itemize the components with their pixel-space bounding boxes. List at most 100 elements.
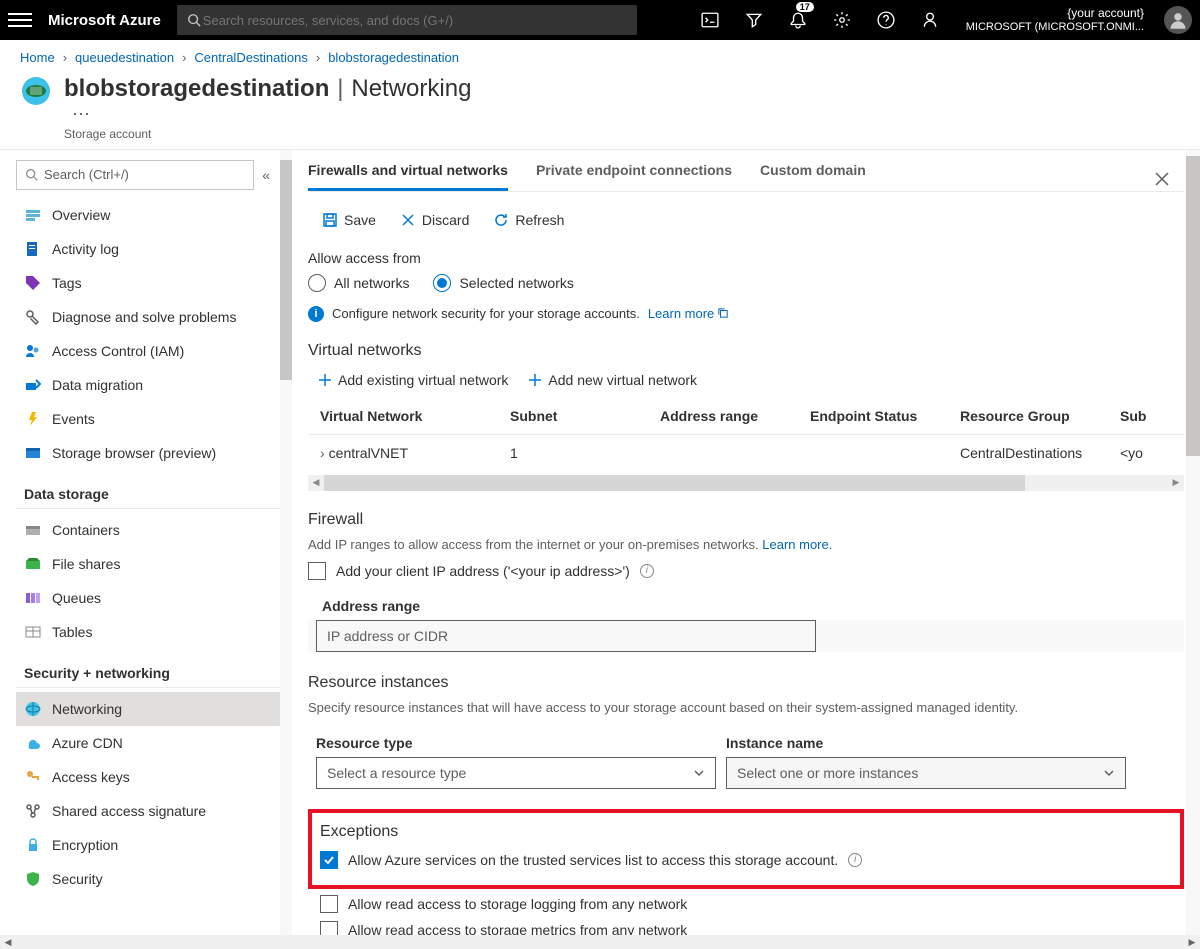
- sidebar-search[interactable]: Search (Ctrl+/): [16, 160, 254, 190]
- sidebar-item-encryption[interactable]: Encryption: [16, 828, 288, 862]
- settings-icon[interactable]: [822, 0, 862, 40]
- address-range-label: Address range: [308, 588, 1184, 620]
- radio-all-networks[interactable]: All networks: [308, 274, 409, 292]
- breadcrumb-item[interactable]: CentralDestinations: [194, 50, 307, 65]
- more-actions-icon[interactable]: ⋯: [72, 104, 471, 125]
- notifications-icon[interactable]: 17: [778, 0, 818, 40]
- firewall-description: Add IP ranges to allow access from the i…: [308, 537, 1184, 552]
- breadcrumb-home[interactable]: Home: [20, 50, 55, 65]
- sidebar-item-networking[interactable]: Networking: [16, 692, 288, 726]
- tab-private-endpoint[interactable]: Private endpoint connections: [536, 150, 732, 191]
- instance-name-select[interactable]: Select one or more instances: [726, 757, 1126, 789]
- page-section-title: Networking: [351, 75, 471, 102]
- global-search-input[interactable]: [201, 12, 627, 29]
- hamburger-menu-icon[interactable]: [8, 8, 32, 32]
- table-horizontal-scrollbar[interactable]: ◀ ▶: [308, 475, 1184, 491]
- cloud-shell-icon[interactable]: [690, 0, 730, 40]
- notification-badge: 17: [796, 2, 814, 12]
- scroll-left-icon[interactable]: ◀: [308, 475, 324, 491]
- main-vertical-scrollbar[interactable]: [1186, 150, 1200, 949]
- address-range-input[interactable]: IP address or CIDR: [316, 620, 816, 652]
- checkbox-trusted-services[interactable]: [320, 851, 338, 869]
- page-title: blobstoragedestination: [64, 75, 329, 102]
- directory-filter-icon[interactable]: [734, 0, 774, 40]
- sidebar-item-iam[interactable]: Access Control (IAM): [16, 334, 288, 368]
- sidebar-item-overview[interactable]: Overview: [16, 198, 288, 232]
- scroll-right-icon[interactable]: ▶: [1184, 935, 1200, 949]
- avatar-icon[interactable]: [1164, 6, 1192, 34]
- plus-icon: [528, 373, 542, 387]
- account-info[interactable]: {your account} MICROSOFT (MICROSOFT.ONMI…: [966, 6, 1148, 34]
- refresh-icon: [493, 212, 509, 228]
- search-icon: [25, 168, 38, 181]
- scroll-right-icon[interactable]: ▶: [1168, 475, 1184, 491]
- networking-tabs: Firewalls and virtual networks Private e…: [308, 150, 1184, 192]
- info-banner: i Configure network security for your st…: [308, 306, 1184, 322]
- sidebar-item-tags[interactable]: Tags: [16, 266, 288, 300]
- sidebar-item-diagnose[interactable]: Diagnose and solve problems: [16, 300, 288, 334]
- breadcrumb: Home› queuedestination› CentralDestinati…: [0, 40, 1200, 75]
- sidebar-item-security[interactable]: Security: [16, 862, 288, 896]
- sidebar-item-data-migration[interactable]: Data migration: [16, 368, 288, 402]
- resource-type-label: Storage account: [64, 127, 471, 141]
- command-bar: Save Discard Refresh: [308, 208, 1184, 232]
- resource-type-label: Resource type: [316, 725, 716, 757]
- add-new-vnet-button[interactable]: Add new virtual network: [528, 372, 697, 388]
- add-existing-vnet-button[interactable]: Add existing virtual network: [318, 372, 508, 388]
- storage-account-icon: [20, 75, 52, 107]
- page-title-row: blobstoragedestination | Networking ⋯ St…: [0, 75, 1200, 149]
- table-row[interactable]: ›centralVNET 1 CentralDestinations <yo: [308, 435, 1184, 471]
- chevron-down-icon: [1103, 767, 1115, 779]
- sidebar-item-access-keys[interactable]: Access keys: [16, 760, 288, 794]
- resource-instances-description: Specify resource instances that will hav…: [308, 700, 1184, 715]
- feedback-icon[interactable]: [910, 0, 950, 40]
- col-endpoint-status: Endpoint Status: [810, 408, 960, 424]
- vnet-heading: Virtual networks: [308, 342, 1184, 360]
- refresh-button[interactable]: Refresh: [485, 208, 572, 232]
- radio-selected-networks[interactable]: Selected networks: [433, 274, 573, 292]
- help-icon[interactable]: [866, 0, 906, 40]
- global-search[interactable]: [177, 5, 637, 35]
- brand-label: Microsoft Azure: [48, 12, 161, 29]
- instance-name-label: Instance name: [726, 725, 1126, 757]
- info-tooltip-icon[interactable]: i: [848, 853, 862, 867]
- firewall-learn-more-link[interactable]: Learn more.: [762, 537, 832, 552]
- firewall-heading: Firewall: [308, 511, 1184, 529]
- resource-type-select[interactable]: Select a resource type: [316, 757, 716, 789]
- breadcrumb-item[interactable]: blobstoragedestination: [328, 50, 459, 65]
- sidebar-scrollbar[interactable]: [280, 150, 292, 949]
- allow-access-label: Allow access from: [308, 250, 1184, 266]
- plus-icon: [318, 373, 332, 387]
- sidebar-item-file-shares[interactable]: File shares: [16, 547, 288, 581]
- tab-firewalls[interactable]: Firewalls and virtual networks: [308, 150, 508, 191]
- info-tooltip-icon[interactable]: i: [640, 564, 654, 578]
- chevron-down-icon: [693, 767, 705, 779]
- sidebar-item-containers[interactable]: Containers: [16, 513, 288, 547]
- header-icon-group: 17: [690, 0, 950, 40]
- scroll-left-icon[interactable]: ◀: [0, 935, 16, 949]
- tab-custom-domain[interactable]: Custom domain: [760, 150, 866, 191]
- save-icon: [322, 212, 338, 228]
- col-address-range: Address range: [660, 408, 810, 424]
- checkbox-add-client-ip[interactable]: [308, 562, 326, 580]
- sidebar-item-tables[interactable]: Tables: [16, 615, 288, 649]
- info-icon: i: [308, 306, 324, 322]
- col-resource-group: Resource Group: [960, 408, 1120, 424]
- breadcrumb-item[interactable]: queuedestination: [75, 50, 174, 65]
- search-icon: [187, 13, 201, 27]
- resource-menu: Search (Ctrl+/) « Overview Activity log …: [0, 150, 292, 949]
- checkbox-storage-logging[interactable]: [320, 895, 338, 913]
- sidebar-item-events[interactable]: Events: [16, 402, 288, 436]
- learn-more-link[interactable]: Learn more: [648, 306, 728, 321]
- sidebar-item-activity-log[interactable]: Activity log: [16, 232, 288, 266]
- sidebar-item-queues[interactable]: Queues: [16, 581, 288, 615]
- sidebar-item-storage-browser[interactable]: Storage browser (preview): [16, 436, 288, 470]
- sidebar-item-sas[interactable]: Shared access signature: [16, 794, 288, 828]
- collapse-sidebar-icon[interactable]: «: [262, 167, 270, 183]
- chevron-right-icon[interactable]: ›: [320, 445, 325, 461]
- sidebar-item-azure-cdn[interactable]: Azure CDN: [16, 726, 288, 760]
- save-button[interactable]: Save: [314, 208, 384, 232]
- discard-button[interactable]: Discard: [392, 208, 477, 232]
- discard-icon: [400, 212, 416, 228]
- page-horizontal-scrollbar[interactable]: ◀ ▶: [0, 935, 1200, 949]
